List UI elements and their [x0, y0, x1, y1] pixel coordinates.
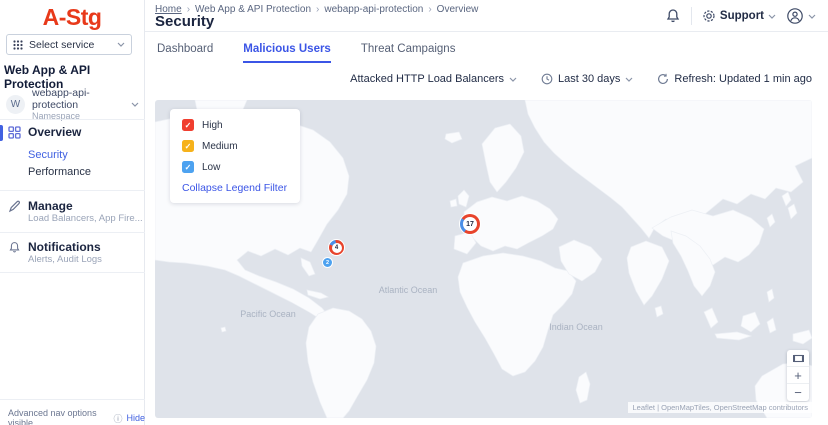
chevron-down-icon [117, 42, 125, 47]
notifications-bell-button[interactable] [665, 8, 681, 24]
legend-checkbox-1[interactable]: ✓ [182, 140, 194, 152]
sidebar-divider [0, 190, 145, 191]
active-nav-indicator [0, 125, 3, 141]
map-marker-us-low[interactable]: 2 [323, 258, 332, 267]
chevron-down-icon [768, 14, 776, 19]
advanced-nav-label: Advanced nav options visible [8, 408, 109, 425]
zoom-out-button[interactable]: − [787, 384, 809, 401]
app-window: A-Stg Select service Web App & API Prote… [0, 0, 828, 425]
select-service-dropdown[interactable]: Select service [6, 34, 132, 55]
header-divider [145, 31, 828, 32]
tab-threat-campaigns[interactable]: Threat Campaigns [361, 43, 456, 63]
chevron-down-icon [625, 77, 633, 82]
refresh-status-label: Refresh: Updated 1 min ago [674, 73, 812, 85]
box-zoom-button[interactable] [787, 350, 809, 367]
grid-dots-icon [13, 40, 23, 50]
brand-logo: A-Stg [0, 4, 144, 31]
tab-bar: Dashboard Malicious Users Threat Campaig… [157, 43, 455, 63]
map-zoom-controls: + − [787, 350, 809, 401]
info-icon: ⓘ [113, 412, 122, 425]
sidebar-item-notifications[interactable]: Notifications [8, 240, 101, 254]
legend-item-high[interactable]: ✓ High [182, 119, 288, 131]
sidebar-divider [0, 232, 145, 233]
refresh-button[interactable]: Refresh: Updated 1 min ago [657, 73, 812, 85]
chevron-down-icon [509, 77, 517, 82]
zoom-in-button[interactable]: + [787, 367, 809, 384]
page-title: Security [155, 13, 214, 30]
breadcrumb-item-current: Overview [437, 4, 479, 15]
world-map[interactable]: ✓ High ✓ Medium ✓ Low Collapse Legend Fi… [155, 100, 812, 418]
hide-nav-link[interactable]: Hide [126, 413, 145, 423]
legend-label-high: High [202, 120, 223, 131]
chevron-down-icon [808, 14, 816, 19]
cluster-count: 2 [326, 260, 329, 266]
chevron-down-icon [131, 102, 139, 107]
collapse-legend-link[interactable]: Collapse Legend Filter [182, 182, 288, 194]
sidebar-item-label: Overview [28, 125, 81, 139]
pen-tool-icon [8, 200, 21, 213]
user-account-icon [786, 7, 804, 25]
sidebar-item-overview[interactable]: Overview [8, 125, 81, 139]
namespace-selector[interactable]: W webapp-api-protection Namespace [6, 87, 139, 121]
map-attribution[interactable]: Leaflet | OpenMapTiles, OpenStreetMap co… [628, 402, 812, 413]
ocean-label-pacific: Pacific Ocean [237, 309, 299, 320]
header-divider-line [691, 7, 692, 25]
notifications-subtitle: Alerts, Audit Logs [28, 254, 102, 265]
sidebar-item-label: Notifications [28, 240, 101, 254]
cluster-count: 17 [466, 221, 474, 228]
sidebar-divider [0, 119, 145, 120]
time-range-dropdown[interactable]: Last 30 days [541, 73, 633, 85]
map-cluster-marker-us-east[interactable]: 4 [329, 240, 344, 255]
time-range-label: Last 30 days [558, 73, 620, 85]
account-menu[interactable] [786, 7, 816, 25]
legend-checkbox-2[interactable]: ✓ [182, 161, 194, 173]
overview-grid-icon [8, 126, 21, 139]
lb-filter-label: Attacked HTTP Load Balancers [350, 73, 504, 85]
tab-dashboard[interactable]: Dashboard [157, 43, 213, 63]
legend-label-medium: Medium [202, 141, 238, 152]
cluster-count: 4 [335, 245, 338, 251]
ocean-label-atlantic: Atlantic Ocean [377, 285, 439, 296]
clock-icon [541, 73, 553, 85]
legend-item-low[interactable]: ✓ Low [182, 161, 288, 173]
header-actions: Support [665, 6, 816, 26]
sidebar-item-manage[interactable]: Manage [8, 199, 73, 213]
sidebar: A-Stg Select service Web App & API Prote… [0, 0, 145, 425]
legend-checkbox-0[interactable]: ✓ [182, 119, 194, 131]
tab-malicious-users[interactable]: Malicious Users [243, 43, 331, 63]
filter-toolbar: Attacked HTTP Load Balancers Last 30 day… [350, 73, 812, 85]
namespace-avatar: W [6, 95, 25, 114]
sidebar-divider [0, 272, 145, 273]
breadcrumb-separator: › [428, 4, 431, 15]
breadcrumb-separator: › [316, 4, 319, 15]
support-label: Support [720, 10, 764, 22]
support-menu[interactable]: Support [702, 9, 776, 23]
bell-icon [8, 241, 21, 254]
sidebar-item-label: Manage [28, 199, 73, 213]
select-service-label: Select service [29, 39, 94, 51]
map-cluster-marker-europe[interactable]: 17 [460, 214, 480, 234]
legend-label-low: Low [202, 162, 220, 173]
namespace-name: webapp-api-protection [32, 87, 124, 111]
refresh-icon [657, 73, 669, 85]
load-balancer-filter-dropdown[interactable]: Attacked HTTP Load Balancers [350, 73, 517, 85]
legend-item-medium[interactable]: ✓ Medium [182, 140, 288, 152]
breadcrumb-item[interactable]: webapp-api-protection [324, 4, 423, 15]
manage-subtitle: Load Balancers, App Fire... [28, 213, 143, 224]
support-gear-icon [702, 9, 716, 23]
sidebar-item-security[interactable]: Security [28, 149, 68, 161]
sidebar-item-performance[interactable]: Performance [28, 166, 91, 178]
ocean-label-indian: Indian Ocean [545, 322, 607, 333]
map-legend-panel: ✓ High ✓ Medium ✓ Low Collapse Legend Fi… [170, 109, 300, 203]
sidebar-footer: Advanced nav options visible ⓘ Hide [0, 399, 145, 425]
